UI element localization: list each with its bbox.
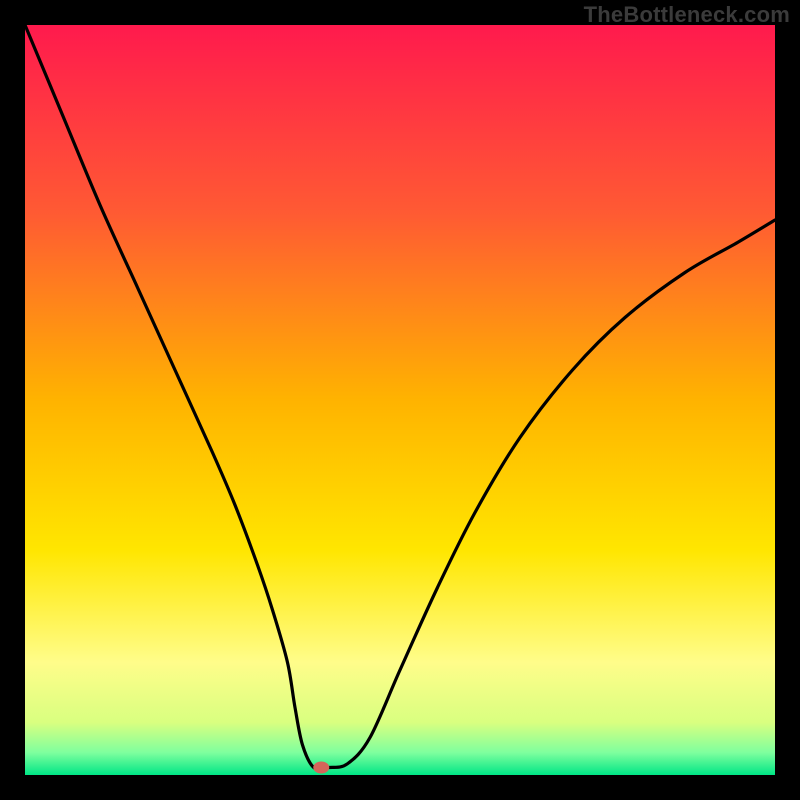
gradient-background — [25, 25, 775, 775]
optimal-point-marker — [313, 762, 329, 774]
plot-area — [25, 25, 775, 775]
chart-frame: TheBottleneck.com — [0, 0, 800, 800]
watermark-text: TheBottleneck.com — [584, 2, 790, 28]
chart-svg — [25, 25, 775, 775]
